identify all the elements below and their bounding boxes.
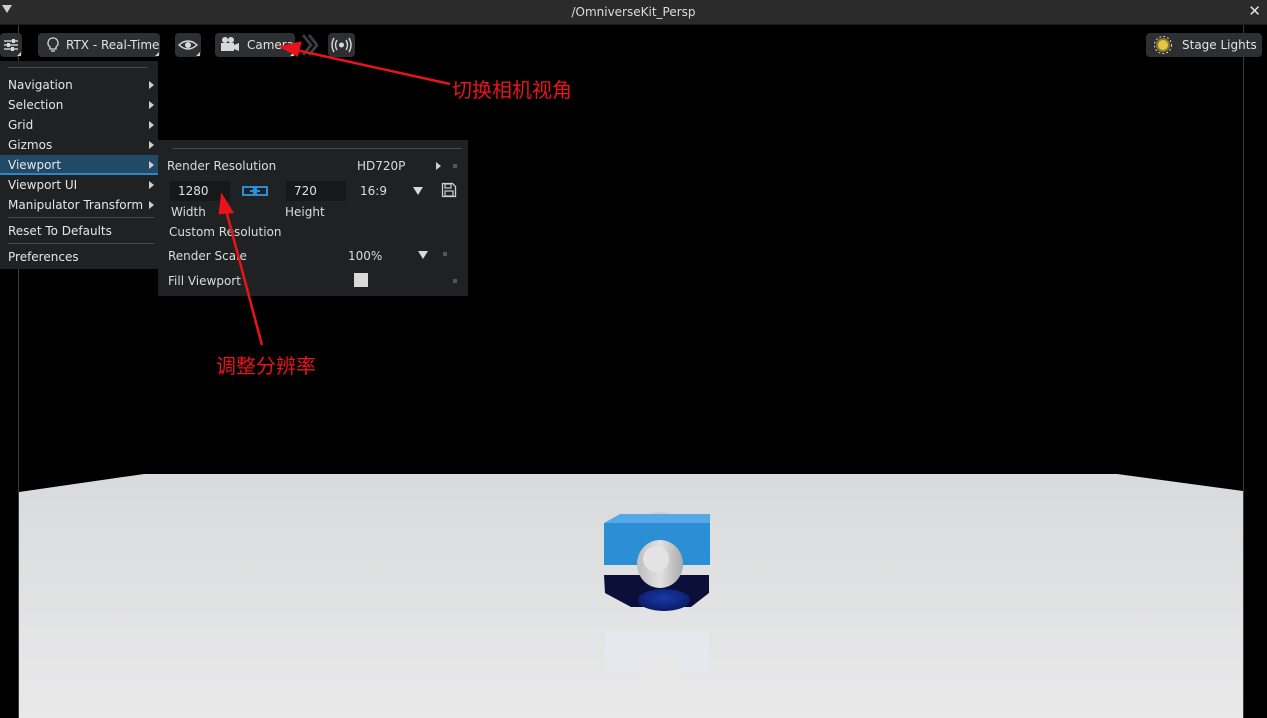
camera-annotation: 切换相机视角 (452, 78, 572, 102)
resolution-annotation: 调整分辨率 (216, 354, 316, 378)
annotation-arrows (218, 41, 451, 346)
